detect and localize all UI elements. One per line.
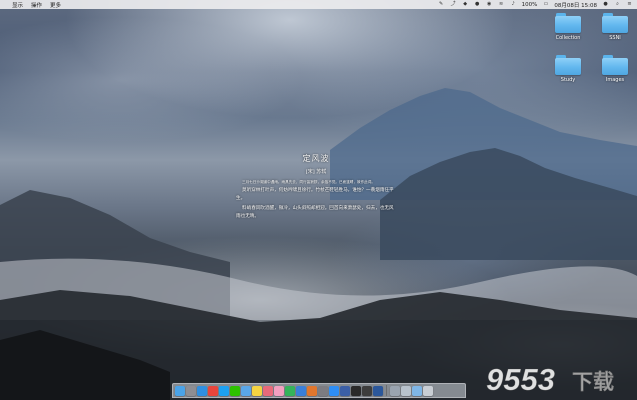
matlab-icon[interactable] <box>307 385 317 396</box>
wifi-icon[interactable]: ≋ <box>498 2 505 7</box>
chrome-icon[interactable] <box>208 385 218 396</box>
battery-icon[interactable]: ▭ <box>542 2 549 7</box>
documents-icon[interactable] <box>401 385 411 396</box>
poem-title: 定风波 <box>302 154 330 163</box>
terminal-icon[interactable] <box>351 385 361 396</box>
menu-item-view[interactable]: 显示 <box>12 1 23 9</box>
clock[interactable]: 08月08日 15:08 <box>554 1 597 9</box>
mail-icon[interactable] <box>241 385 251 396</box>
svg-text:9553: 9553 <box>486 362 555 396</box>
poem-verse: 料峭春风吹酒醒，微冷，山头斜照却相迎。回首向来萧瑟处，归去，也无风雨也无晴。 <box>236 206 394 219</box>
svg-text:下载: 下载 <box>572 370 614 394</box>
dropbox-icon[interactable]: ◆ <box>462 2 469 7</box>
volume-icon[interactable]: ♪ <box>510 2 517 7</box>
folder-label: Study <box>560 77 576 83</box>
poem-verse: 莫听穿林打叶声，何妨吟啸且徐行。竹杖芒鞋轻胜马，谁怕？一蓑烟雨任平生。 <box>236 188 394 201</box>
desktop-folder-study[interactable]: Study <box>550 55 586 83</box>
desktop-folder-ssni[interactable]: SSNI <box>597 13 633 41</box>
word-icon[interactable] <box>373 385 383 396</box>
notes-icon[interactable]: ✎ <box>438 2 445 7</box>
folder-label: Collection <box>555 35 581 41</box>
numbers-icon[interactable] <box>285 385 295 396</box>
share-icon[interactable]: ⤴ <box>450 2 457 7</box>
trash-icon[interactable] <box>423 385 433 396</box>
folder-label: Images <box>605 77 625 83</box>
preferences-icon[interactable] <box>318 385 328 396</box>
dock-separator <box>386 385 387 396</box>
photos-icon[interactable] <box>263 385 273 396</box>
launchpad-icon[interactable] <box>186 385 196 396</box>
folder-icon[interactable] <box>412 385 422 396</box>
notes-icon[interactable] <box>252 385 262 396</box>
folder-label: SSNI <box>609 35 621 41</box>
battery-percent: 100% <box>521 1 538 8</box>
menu-icon[interactable]: ≡ <box>626 2 633 7</box>
folder-icon <box>555 13 581 33</box>
activity-icon[interactable] <box>362 385 372 396</box>
user-icon[interactable]: ● <box>602 2 609 7</box>
appstore-icon[interactable] <box>329 385 339 396</box>
safari-icon[interactable] <box>197 385 207 396</box>
desktop-folder-collection[interactable]: Collection <box>550 13 586 41</box>
qq-icon[interactable] <box>219 385 229 396</box>
menu-bar: 显示 操作 更多 ✎ ⤴ ◆ ● ◉ ≋ ♪ 100% ▭ 08月08日 15:… <box>0 0 637 9</box>
finder-icon[interactable] <box>175 385 185 396</box>
music-icon[interactable] <box>274 385 284 396</box>
downloads-icon[interactable] <box>390 385 400 396</box>
poem-author: [宋] 苏轼 <box>305 169 327 175</box>
folder-icon <box>602 55 628 75</box>
menu-item-more[interactable]: 更多 <box>50 1 61 9</box>
wechat-icon[interactable] <box>230 385 240 396</box>
wechat-icon[interactable]: ◉ <box>486 2 493 7</box>
xcode-icon[interactable] <box>340 385 350 396</box>
poem-preface: 三月七日沙湖道中遇雨。雨具先去，同行皆狼狈，余独不觉。已而遂晴，故作此词。 <box>242 180 375 184</box>
desktop-folder-images[interactable]: Images <box>597 55 633 83</box>
folder-icon <box>555 55 581 75</box>
search-icon[interactable]: ⌕ <box>614 2 621 7</box>
qq-icon[interactable]: ● <box>474 2 481 7</box>
dock <box>172 383 466 398</box>
menu-item-actions[interactable]: 操作 <box>31 1 42 9</box>
poem-text: 定风波 [宋] 苏轼 三月七日沙湖道中遇雨。雨具先去，同行皆狼狈，余独不觉。已而… <box>236 153 396 221</box>
folder-icon <box>602 13 628 33</box>
keynote-icon[interactable] <box>296 385 306 396</box>
watermark-logo: 9553 下载 <box>482 360 632 396</box>
